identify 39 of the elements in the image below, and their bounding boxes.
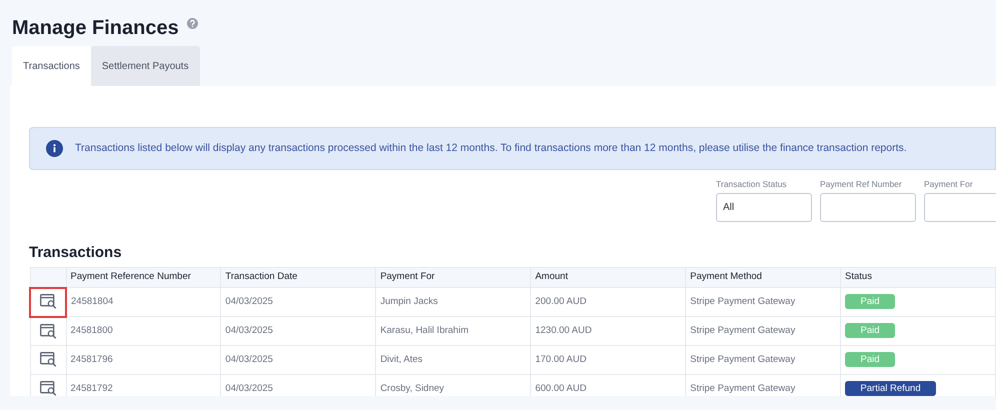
column-header: Status [845, 271, 872, 282]
column-header: Transaction Date [225, 271, 298, 282]
page-title: Manage Finances [12, 16, 179, 41]
table-cell: 200.00 AUD [535, 296, 586, 307]
section-title: Transactions [29, 243, 123, 263]
table-cell: 24581800 [70, 324, 113, 336]
table-cell: Jumpin Jacks [380, 296, 438, 307]
table-cell: 24581796 [70, 354, 113, 365]
column-header: Amount [535, 271, 568, 282]
table-cell: 04/03/2025 [225, 382, 273, 394]
tab[interactable]: Transactions [12, 46, 91, 86]
table-cell: 04/03/2025 [225, 296, 273, 307]
status-badge: Paid [845, 294, 896, 310]
table-cell: Stripe Payment Gateway [690, 296, 796, 307]
table-cell: 600.00 AUD [535, 382, 586, 394]
filter-label: Payment Ref Number [820, 179, 903, 190]
table-cell: 24581804 [71, 296, 114, 307]
table-cell: 04/03/2025 [225, 324, 273, 336]
filter-label: Transaction Status [716, 179, 788, 190]
column-header: Payment For [380, 271, 435, 282]
table-cell: Crosby, Sidney [380, 382, 444, 394]
table-cell: 1230.00 AUD [535, 324, 592, 336]
column-header: Payment Reference Number [70, 271, 191, 282]
table-cell: Stripe Payment Gateway [690, 354, 796, 365]
table-cell: Stripe Payment Gateway [690, 382, 796, 394]
table-cell: 24581792 [70, 382, 113, 394]
status-badge: Paid [845, 323, 896, 338]
info-message: Transactions listed below will display any transactions processed within the last 12 months. To find transactions more than 12 months, please utilise the finance transaction reports. [75, 140, 907, 156]
table-cell: 04/03/2025 [225, 354, 273, 365]
table-cell: Karasu, Halil Ibrahim [380, 324, 468, 336]
filter-label: Payment For [924, 179, 974, 190]
status-badge: Partial Refund [845, 381, 936, 396]
column-header: Payment Method [690, 271, 762, 282]
status-badge: Paid [845, 352, 896, 368]
tab[interactable]: Settlement Payouts [90, 46, 200, 86]
table-cell: Stripe Payment Gateway [690, 324, 796, 336]
filter-field[interactable]: All [716, 193, 812, 222]
table-cell: Divit, Ates [380, 354, 423, 365]
table-cell: 170.00 AUD [535, 354, 586, 365]
